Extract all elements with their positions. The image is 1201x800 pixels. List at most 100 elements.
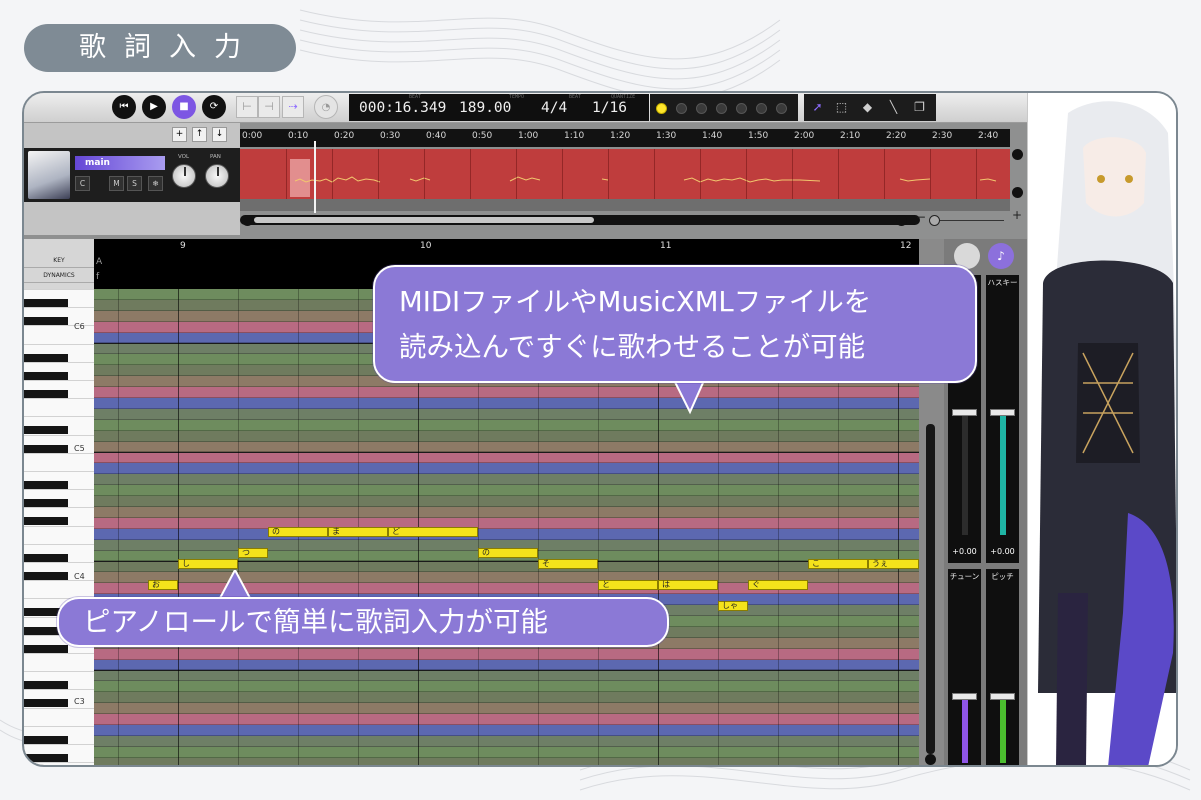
- grid-row[interactable]: [94, 692, 919, 704]
- line-tool-icon[interactable]: ╲: [884, 98, 903, 117]
- grid-row[interactable]: [94, 496, 919, 507]
- grid-row[interactable]: [94, 757, 919, 765]
- tempo-readout[interactable]: 189.00: [459, 100, 511, 116]
- lyric-note[interactable]: は: [658, 580, 718, 590]
- play-icon[interactable]: ▶: [142, 95, 166, 119]
- black-key[interactable]: [24, 353, 68, 362]
- key-value[interactable]: A: [96, 257, 102, 267]
- zoom-in-icon[interactable]: +: [1012, 208, 1022, 222]
- grid-row[interactable]: [94, 507, 919, 518]
- speaker-icon[interactable]: ♪: [988, 243, 1014, 269]
- mute-button[interactable]: M: [109, 176, 124, 191]
- black-key[interactable]: [24, 572, 68, 580]
- select-tool-icon[interactable]: ⬚: [832, 98, 851, 117]
- fader-4-handle[interactable]: [990, 693, 1015, 700]
- lyric-note[interactable]: お: [148, 580, 178, 590]
- lyric-note[interactable]: こ: [808, 559, 868, 569]
- indicator-led[interactable]: [736, 103, 747, 114]
- lyric-note[interactable]: しゃ: [718, 601, 748, 611]
- pan-knob[interactable]: [205, 164, 229, 188]
- rewind-icon[interactable]: ⏮: [112, 95, 136, 119]
- window-tool-icon[interactable]: ❐: [910, 98, 929, 117]
- stop-icon[interactable]: ■: [172, 95, 196, 119]
- lyric-note[interactable]: し: [178, 559, 238, 569]
- grid-row[interactable]: [94, 725, 919, 736]
- grid-row[interactable]: [94, 452, 919, 464]
- fader-1-track[interactable]: [962, 415, 968, 535]
- fader-2-handle[interactable]: [990, 409, 1015, 416]
- black-key[interactable]: [24, 481, 68, 489]
- grid-row[interactable]: [94, 430, 919, 442]
- grid-row[interactable]: [94, 419, 919, 431]
- indicator-led[interactable]: [656, 103, 667, 114]
- indicator-led[interactable]: [696, 103, 707, 114]
- track-avatar[interactable]: [28, 151, 70, 199]
- black-key[interactable]: [24, 644, 68, 653]
- move-track-up-button[interactable]: ↑: [192, 127, 207, 142]
- time-readout[interactable]: 000:16.349: [359, 100, 446, 116]
- vertical-scroll-thumb[interactable]: [926, 424, 935, 754]
- track-waveform-lane[interactable]: [240, 149, 1010, 199]
- black-key[interactable]: [24, 517, 68, 526]
- track-c-button[interactable]: C: [75, 176, 90, 191]
- indicator-led[interactable]: [756, 103, 767, 114]
- lyric-note[interactable]: そ: [538, 559, 598, 569]
- indicator-led[interactable]: [716, 103, 727, 114]
- scroll-down-icon[interactable]: [925, 754, 936, 765]
- grid-row[interactable]: [94, 735, 919, 747]
- loop-start-icon[interactable]: ⊢: [236, 96, 258, 118]
- zoom-slider-handle[interactable]: [929, 215, 940, 226]
- playhead[interactable]: [314, 141, 316, 213]
- black-key[interactable]: [24, 735, 68, 744]
- fader-1-handle[interactable]: [952, 409, 977, 416]
- grid-row[interactable]: [94, 474, 919, 486]
- grid-row[interactable]: [94, 387, 919, 398]
- black-key[interactable]: [24, 444, 68, 453]
- lyric-note[interactable]: ど: [388, 527, 478, 537]
- loop-end-icon[interactable]: ⊣: [258, 96, 280, 118]
- grid-row[interactable]: [94, 659, 919, 671]
- add-track-button[interactable]: +: [172, 127, 187, 142]
- lyric-note[interactable]: の: [268, 527, 328, 537]
- metronome-icon[interactable]: ◔: [314, 95, 338, 119]
- grid-row[interactable]: [94, 648, 919, 660]
- grid-row[interactable]: [94, 746, 919, 758]
- grid-row[interactable]: [94, 714, 919, 725]
- grid-row[interactable]: [94, 517, 919, 529]
- volume-knob[interactable]: [172, 164, 196, 188]
- zoom-slider[interactable]: [934, 220, 1004, 221]
- lyric-note[interactable]: と: [598, 580, 658, 590]
- fader-3-track[interactable]: [962, 697, 968, 763]
- grid-row[interactable]: [94, 528, 919, 540]
- grid-row[interactable]: [94, 670, 919, 682]
- lyric-note[interactable]: うぇ: [868, 559, 919, 569]
- black-key[interactable]: [24, 699, 68, 708]
- black-key[interactable]: [24, 299, 68, 307]
- timeline-ruler[interactable]: 0:00 0:10 0:20 0:30 0:40 0:50 1:00 1:10 …: [240, 129, 1010, 147]
- dynamics-value[interactable]: f: [96, 272, 99, 282]
- fader-4-track[interactable]: [1000, 697, 1006, 763]
- quantize-readout[interactable]: 1/16: [592, 100, 627, 116]
- scroll-right-icon[interactable]: [896, 215, 907, 226]
- track-name[interactable]: main: [75, 156, 165, 170]
- grid-row[interactable]: [94, 408, 919, 420]
- lyric-note[interactable]: の: [478, 548, 538, 558]
- black-key[interactable]: [24, 499, 68, 508]
- grid-row[interactable]: [94, 703, 919, 715]
- beat-readout[interactable]: 4/4: [541, 100, 567, 116]
- solo-button[interactable]: S: [127, 176, 142, 191]
- black-key[interactable]: [24, 553, 68, 562]
- lane-scroll-down-icon[interactable]: [1012, 187, 1023, 198]
- lyric-note[interactable]: ま: [328, 527, 388, 537]
- piano-keyboard[interactable]: C6 C5 C4 C3: [24, 289, 94, 765]
- indicator-led[interactable]: [776, 103, 787, 114]
- black-key[interactable]: [24, 317, 68, 326]
- move-track-down-button[interactable]: ↓: [212, 127, 227, 142]
- black-key[interactable]: [24, 426, 68, 435]
- freeze-button[interactable]: ❄: [148, 176, 163, 191]
- fader-3-handle[interactable]: [952, 693, 977, 700]
- grid-row[interactable]: [94, 398, 919, 409]
- arrow-tool-icon[interactable]: ➚: [808, 98, 827, 117]
- lyric-note[interactable]: つ: [238, 548, 268, 558]
- black-key[interactable]: [24, 390, 68, 398]
